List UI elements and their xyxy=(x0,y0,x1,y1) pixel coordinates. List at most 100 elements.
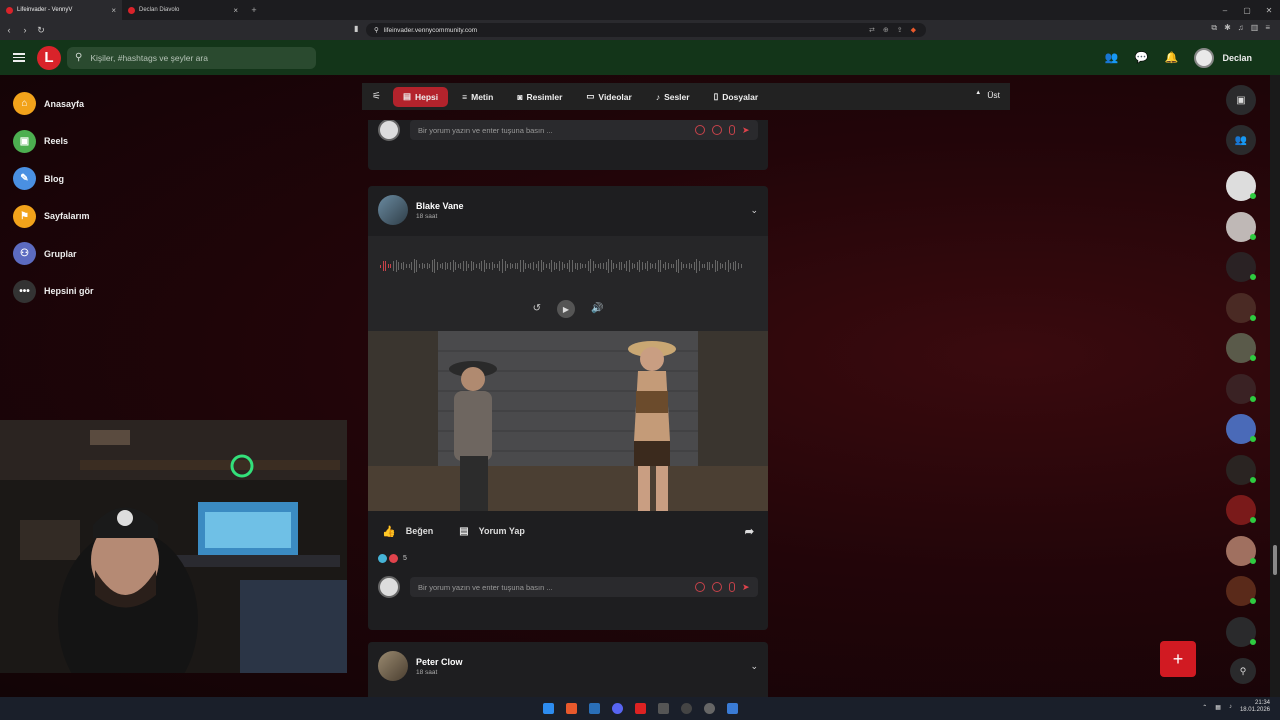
menu-icon[interactable]: ≡ xyxy=(1265,23,1270,33)
clock[interactable]: 21:34 18.01.2026 xyxy=(1240,700,1270,714)
messages-icon[interactable]: 💬 xyxy=(1134,51,1149,65)
emoji-icon[interactable] xyxy=(695,125,705,135)
volume-icon[interactable]: ♪ xyxy=(1229,704,1232,710)
steam-icon[interactable] xyxy=(588,703,600,714)
post-image[interactable] xyxy=(368,331,768,511)
extension-icon[interactable]: ⧉ xyxy=(1211,23,1217,33)
send-icon[interactable]: ➤ xyxy=(742,125,752,135)
bookmark-icon[interactable]: ▮ xyxy=(354,24,358,33)
filter-dosyalar[interactable]: ▯ Dosyalar xyxy=(704,87,769,107)
filter-settings-icon[interactable]: ⚟ xyxy=(372,91,381,102)
sidebar-item-blog[interactable]: ✎ Blog xyxy=(13,160,163,198)
sidebar-item-gruplar[interactable]: ⚇ Gruplar xyxy=(13,235,163,273)
back-icon[interactable]: ‹ xyxy=(2,25,16,35)
replay-icon[interactable]: ↺ xyxy=(533,303,541,318)
page-scrollbar[interactable] xyxy=(1270,75,1280,697)
online-friend[interactable] xyxy=(1226,252,1256,282)
notifications-bell-icon[interactable]: 🔔 xyxy=(1164,51,1179,65)
hamburger-menu-icon[interactable] xyxy=(13,53,25,62)
new-tab-button[interactable]: + xyxy=(244,5,264,15)
online-friend[interactable] xyxy=(1226,211,1256,242)
app-icon[interactable] xyxy=(726,703,738,714)
online-friend[interactable] xyxy=(1226,373,1256,404)
zoom-icon[interactable]: ⊕ xyxy=(883,26,889,34)
like-button[interactable]: 👍 Beğen xyxy=(382,525,433,538)
app-icon[interactable] xyxy=(657,703,669,714)
online-friend[interactable] xyxy=(1226,454,1256,485)
sticker-icon[interactable] xyxy=(712,582,722,592)
friends-icon[interactable]: 👥 xyxy=(1104,51,1119,65)
avatar[interactable] xyxy=(378,195,408,225)
browser-tab[interactable]: Declan Diavolo × xyxy=(122,0,244,20)
lifeinvader-logo[interactable]: L xyxy=(37,45,61,70)
post-author[interactable]: Peter Clow xyxy=(416,657,463,667)
network-icon[interactable]: ▦ xyxy=(1215,704,1221,711)
filter-videolar[interactable]: ▭ Videolar xyxy=(576,87,641,107)
comment-input[interactable]: Bir yorum yazın ve enter tuşuna basın ..… xyxy=(410,120,758,140)
post-author[interactable]: Blake Vane xyxy=(416,201,464,211)
online-friend[interactable] xyxy=(1226,576,1256,606)
sidebar-item-hepsini-gor[interactable]: ••• Hepsini gör xyxy=(13,273,163,311)
microphone-icon[interactable] xyxy=(729,125,735,135)
comment-button[interactable]: ▤ Yorum Yap xyxy=(459,526,525,537)
brave-browser-icon[interactable] xyxy=(565,703,577,714)
media-icon[interactable]: ♫ xyxy=(1238,23,1244,33)
comment-input[interactable]: Bir yorum yazın ve enter tuşuna basın ..… xyxy=(410,577,758,597)
scrollbar-thumb[interactable] xyxy=(1273,545,1277,575)
avatar[interactable] xyxy=(378,651,408,681)
windows-start-icon[interactable] xyxy=(542,703,554,714)
reaction-summary[interactable]: 5 xyxy=(368,551,768,565)
online-friend[interactable] xyxy=(1226,535,1256,566)
search-box[interactable]: ⚲ xyxy=(67,46,316,69)
group-chat-icon[interactable]: 👥 xyxy=(1226,125,1256,155)
send-icon[interactable]: ➤ xyxy=(742,582,752,592)
shield-icon[interactable]: ◆ xyxy=(911,26,916,34)
share-icon[interactable]: ➦ xyxy=(745,525,754,538)
app-icon[interactable] xyxy=(634,703,646,714)
play-button[interactable]: ▶ xyxy=(556,300,575,318)
close-window-icon[interactable]: ✕ xyxy=(1258,6,1280,15)
user-menu[interactable]: Declan xyxy=(1194,47,1252,68)
share-page-icon[interactable]: ⇪ xyxy=(897,26,903,34)
chevron-down-icon[interactable]: ⌄ xyxy=(750,205,758,216)
scroll-top-button[interactable]: ▲ Üst xyxy=(975,90,1000,100)
online-friend[interactable] xyxy=(1226,292,1256,323)
url-field[interactable]: ⚲ lifeinvader.vennycommunity.com ⇄ ⊕ ⇪ ◆ xyxy=(366,23,926,37)
sidebar-item-sayfalarim[interactable]: ⚑ Sayfalarım xyxy=(13,198,163,236)
create-post-button[interactable]: + xyxy=(1160,641,1196,677)
find-friends-icon[interactable]: ⚲ xyxy=(1230,658,1256,684)
search-input[interactable] xyxy=(90,52,291,63)
reload-icon[interactable]: ↻ xyxy=(34,25,48,36)
emoji-icon[interactable] xyxy=(695,582,705,592)
tray-chevron-icon[interactable]: ⌃ xyxy=(1202,704,1207,711)
audio-waveform[interactable] xyxy=(380,258,756,274)
online-friend[interactable] xyxy=(1226,616,1256,647)
filter-metin[interactable]: ≡ Metin xyxy=(452,87,503,107)
sidebar-item-reels[interactable]: ▣ Reels xyxy=(13,123,163,161)
filter-resimler[interactable]: ◙ Resimler xyxy=(507,87,572,107)
discord-icon[interactable] xyxy=(611,703,623,714)
volume-icon[interactable]: 🔊 xyxy=(591,303,603,318)
microphone-icon[interactable] xyxy=(729,582,735,592)
browser-tab[interactable]: Lifeinvader - VennyV × xyxy=(0,0,122,20)
filter-sesler[interactable]: ♪ Sesler xyxy=(646,87,700,107)
forward-icon[interactable]: › xyxy=(18,25,32,35)
close-tab-icon[interactable]: × xyxy=(233,6,238,15)
sticker-icon[interactable] xyxy=(712,125,722,135)
translate-icon[interactable]: ⇄ xyxy=(869,26,875,34)
online-friend[interactable] xyxy=(1226,495,1256,525)
filter-hepsi[interactable]: ▤ Hepsi xyxy=(392,86,449,107)
close-tab-icon[interactable]: × xyxy=(111,6,116,15)
online-friend[interactable] xyxy=(1226,171,1256,201)
app-icon[interactable] xyxy=(680,703,692,714)
sidebar-toggle-icon[interactable]: ▥ xyxy=(1251,23,1259,33)
settings-icon[interactable] xyxy=(703,703,715,714)
maximize-icon[interactable]: ▢ xyxy=(1236,6,1258,15)
puzzle-icon[interactable]: ✱ xyxy=(1224,23,1231,33)
minimize-icon[interactable]: – xyxy=(1214,6,1236,15)
online-friend[interactable] xyxy=(1226,333,1256,363)
sidebar-item-anasayfa[interactable]: ⌂ Anasayfa xyxy=(13,85,163,123)
site-info-icon[interactable]: ⚲ xyxy=(374,26,379,34)
online-friend[interactable] xyxy=(1226,414,1256,444)
chevron-down-icon[interactable]: ⌄ xyxy=(750,661,758,672)
